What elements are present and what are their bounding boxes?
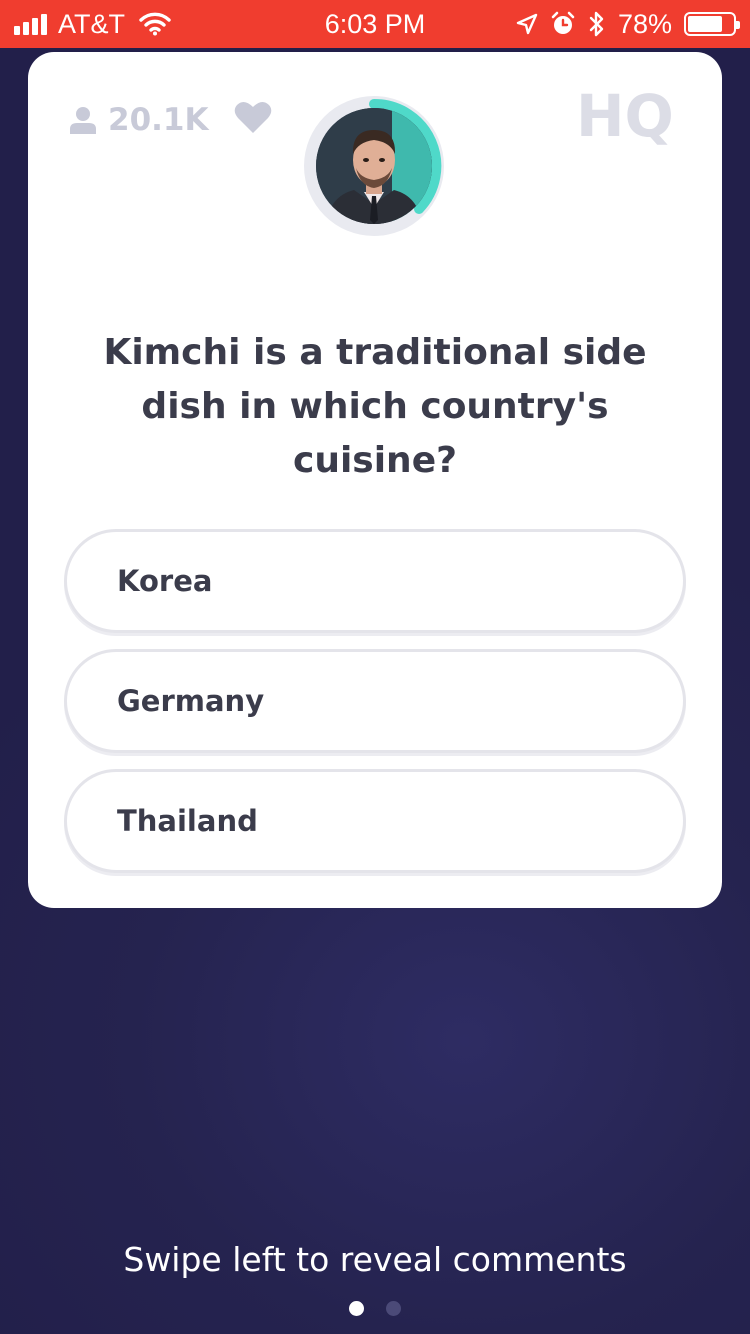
- svg-text:HQ: HQ: [576, 86, 674, 146]
- person-icon: [70, 107, 96, 134]
- page-dot-inactive[interactable]: [386, 1301, 401, 1316]
- viewer-count: 20.1K: [70, 102, 209, 138]
- page-indicator[interactable]: [0, 1301, 750, 1316]
- answer-option-thailand[interactable]: Thailand: [64, 769, 686, 873]
- viewer-count-label: 20.1K: [108, 102, 209, 138]
- bluetooth-icon: [589, 11, 604, 37]
- answer-option-korea[interactable]: Korea: [64, 529, 686, 633]
- answer-label: Germany: [117, 684, 265, 718]
- host-portrait: [316, 108, 432, 224]
- alarm-icon: [551, 11, 575, 34]
- heart-icon[interactable]: [234, 100, 272, 134]
- host-video-timer: [304, 96, 444, 236]
- question-text: Kimchi is a traditional side dish in whi…: [103, 332, 647, 481]
- host-avatar: [316, 108, 432, 224]
- page-dot-active[interactable]: [349, 1301, 364, 1316]
- location-arrow-icon: [516, 13, 538, 35]
- status-bar: AT&T 6:03 PM 78%: [0, 0, 750, 48]
- hq-logo: HQ: [576, 86, 674, 146]
- swipe-hint: Swipe left to reveal comments: [123, 1240, 627, 1279]
- answer-option-germany[interactable]: Germany: [64, 649, 686, 753]
- answer-label: Thailand: [117, 804, 258, 838]
- question-card: 20.1K HQ Kimchi is a traditional side di…: [28, 52, 722, 908]
- battery-icon: [684, 12, 740, 36]
- battery-percentage: 78%: [617, 8, 672, 39]
- answer-label: Korea: [117, 564, 213, 598]
